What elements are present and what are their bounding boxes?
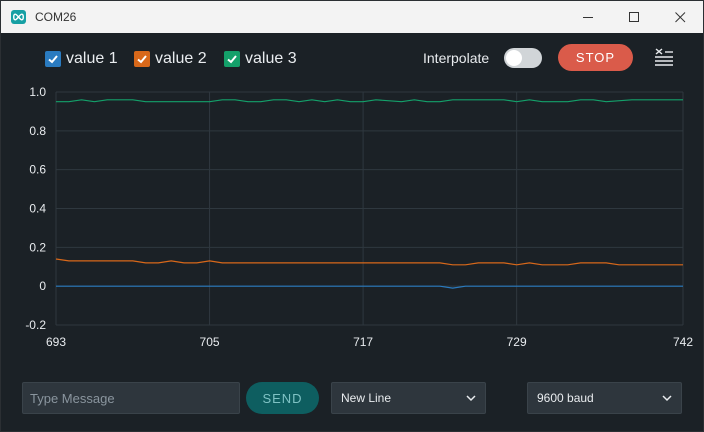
- y-tick-label: 0.6: [29, 163, 46, 177]
- legend-label: value 2: [155, 50, 207, 67]
- y-tick-label: 0: [39, 279, 46, 293]
- clear-list-icon: [655, 48, 673, 66]
- minimize-icon: [583, 17, 593, 18]
- window-title: COM26: [35, 10, 77, 24]
- check-icon: [48, 55, 58, 64]
- check-icon: [227, 55, 237, 64]
- maximize-button[interactable]: [611, 1, 657, 33]
- y-tick-label: 0.2: [29, 240, 46, 254]
- send-button[interactable]: SEND: [246, 382, 319, 414]
- close-button[interactable]: [657, 1, 703, 33]
- line-ending-select[interactable]: New Line: [331, 382, 486, 414]
- toggle-knob: [506, 50, 522, 66]
- serial-plot-chart: 1.0 0.8 0.6 0.4 0.2 0 -0.2693 705 717 729 742: [25, 85, 693, 349]
- series-line-value-2: [55, 258, 683, 266]
- chevron-down-icon: [662, 395, 672, 402]
- chevron-down-icon: [466, 395, 476, 402]
- message-input[interactable]: [22, 382, 240, 414]
- series-line-value-1: [56, 285, 683, 289]
- x-tick-label: 705: [200, 335, 220, 349]
- x-tick-label: 693: [46, 335, 66, 349]
- maximize-icon: [629, 12, 639, 22]
- close-icon: [675, 12, 686, 23]
- y-tick-label: 0.4: [29, 202, 46, 216]
- line-ending-value: New Line: [341, 391, 392, 405]
- legend-item-value-1[interactable]: value 1: [45, 48, 118, 70]
- legend-label: value 3: [245, 50, 297, 67]
- arduino-icon: [11, 10, 26, 24]
- checkbox-value-2[interactable]: [134, 51, 150, 67]
- stop-button[interactable]: STOP: [558, 44, 633, 71]
- x-tick-label: 729: [507, 335, 527, 349]
- legend-item-value-3[interactable]: value 3: [224, 48, 297, 70]
- interpolate-toggle[interactable]: [504, 48, 542, 68]
- clear-plot-button[interactable]: [653, 47, 675, 67]
- y-tick-label: 0.8: [29, 124, 46, 138]
- minimize-button[interactable]: [565, 1, 611, 33]
- x-tick-label: 717: [353, 335, 373, 349]
- y-tick-label: 1.0: [29, 85, 46, 99]
- title-bar: COM26: [1, 1, 703, 33]
- checkbox-value-1[interactable]: [45, 51, 61, 67]
- legend-label: value 1: [66, 50, 118, 67]
- baud-rate-select[interactable]: 9600 baud: [527, 382, 682, 414]
- checkbox-value-3[interactable]: [224, 51, 240, 67]
- check-icon: [137, 55, 147, 64]
- x-tick-label: 742: [673, 335, 693, 349]
- interpolate-label: Interpolate: [423, 50, 490, 66]
- series-line-value-3: [56, 99, 683, 103]
- baud-rate-value: 9600 baud: [537, 391, 594, 405]
- y-tick-label: -0.2: [25, 318, 46, 332]
- legend-item-value-2[interactable]: value 2: [134, 48, 207, 70]
- serial-plotter-window: COM26 value 1 value 2 value 3 Interpolat…: [0, 0, 704, 432]
